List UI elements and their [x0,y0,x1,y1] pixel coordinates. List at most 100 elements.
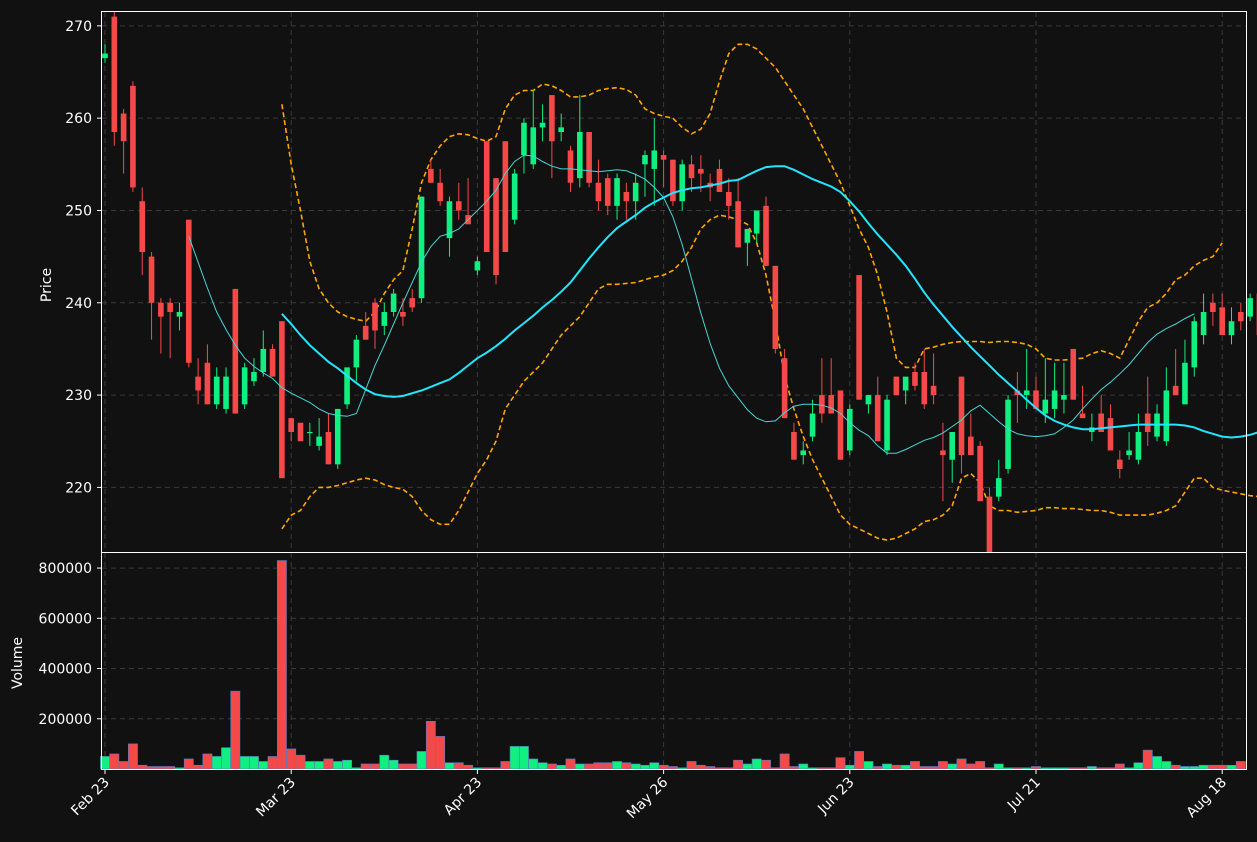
candle-body [968,436,974,456]
volume-bar [332,761,343,770]
volume-bar [1105,767,1116,770]
candle-body [1219,307,1225,336]
volume-bar [844,764,855,770]
volume-bar [574,763,585,770]
volume-bar [816,767,827,770]
candle-body [893,376,900,396]
volume-bar [733,759,743,770]
candle-body [102,53,108,59]
volume-bar [500,761,511,770]
volume-bar [342,759,352,770]
volume-bar [630,763,641,770]
candle [586,132,592,188]
candle-body [986,496,993,552]
volume-bar [723,767,734,770]
volume-bar [109,753,120,770]
volume-bar [230,690,241,770]
volume-bar [882,763,892,770]
volume-bar [556,764,567,770]
volume-bar [854,751,865,770]
candle-body [595,182,602,202]
volume-bar [1031,766,1041,770]
candle [781,348,788,419]
volume-bar [276,560,287,770]
volume-bar [388,759,399,770]
volume-bar [258,761,269,770]
candle-body [204,362,211,405]
volume-bar [463,764,473,770]
price-y-tick-label: 230 [65,388,92,404]
candle-body [837,390,844,460]
volume-bar [1003,767,1013,770]
volume-bar [407,763,418,770]
candle-body [241,367,248,405]
volume-bar [863,761,874,770]
chart-background [0,0,1257,842]
candle-body [1116,459,1123,469]
candle-body [930,385,937,396]
candle-body [232,288,239,414]
candle-body [409,298,416,308]
volume-bar [370,763,380,770]
candle-body [530,127,537,165]
candle-body [884,399,890,451]
volume-bar [602,762,613,770]
volume-bar [1235,761,1246,770]
candle [847,404,853,456]
volume-bar [491,767,501,770]
candle-body [428,168,434,183]
candle-body [1172,385,1179,396]
volume-bar [984,767,995,770]
candle-body [1126,450,1132,456]
volume-bar [947,763,958,770]
candle-body [158,302,164,317]
candle-body [679,164,686,202]
candle-body [632,182,639,202]
volume-bar [677,767,688,770]
candle-body [521,122,527,156]
candle-body [902,376,909,391]
volume-bar [789,766,799,770]
volume-bar [183,758,194,770]
candle-body [390,293,397,312]
candle-body [418,196,425,299]
volume-bar [472,767,483,770]
candle-body [1182,362,1188,405]
volume-bar [956,758,967,770]
volume-bar [658,764,669,770]
candle-body [195,376,201,391]
candle [502,141,509,252]
volume-bar [1142,749,1153,770]
candle-body [325,432,332,465]
candle-body [549,95,555,142]
volume-bar [546,763,557,770]
volume-bar [249,756,259,770]
candle [772,265,779,354]
candle-body [781,358,788,419]
volume-bar [1021,767,1032,770]
volume-bar [928,766,939,770]
volume-bar [742,763,753,770]
candle-body [176,312,183,317]
candle-body [921,372,928,405]
candle-body [1144,413,1151,432]
volume-bar [872,766,883,770]
candle-body [763,205,769,266]
candle-body [502,141,509,252]
volume-axis-label: Volume [10,637,26,689]
candle-body [725,192,732,206]
candle-body [1238,312,1244,322]
candle-body [744,228,751,243]
candle-body [167,302,173,312]
candle-body [828,395,834,414]
candle [334,408,341,469]
candle-body [400,312,406,317]
candle-body [819,395,825,414]
candle [884,395,890,456]
volume-bar [612,761,622,770]
volume-bar [221,747,231,770]
volume-bar [1012,767,1023,770]
candle-body [353,339,360,368]
volume-bar [509,746,520,770]
volume-bar [1049,767,1060,770]
